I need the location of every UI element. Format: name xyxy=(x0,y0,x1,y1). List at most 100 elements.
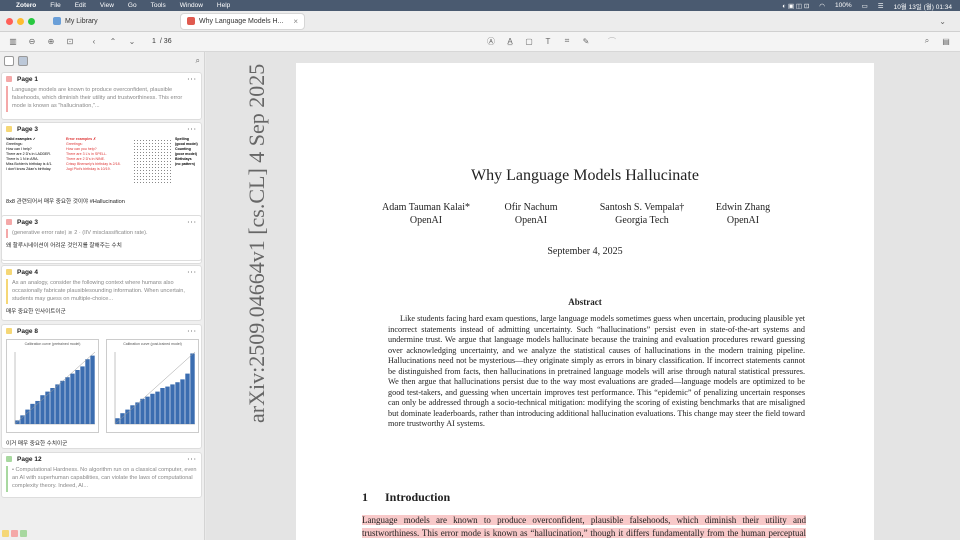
img-text: Jugi Piot's birthday is 10/19. xyxy=(66,167,111,171)
bar xyxy=(140,398,145,424)
area-icon[interactable]: ⌗ xyxy=(561,35,573,47)
annotation-card[interactable]: Page 12 ··· • Computational Hardness. No… xyxy=(1,452,202,498)
sidebar-toggle-icon[interactable]: ▥ xyxy=(7,36,19,48)
annotation-card[interactable]: Page 4 ··· As an analogy, consider the f… xyxy=(1,265,202,321)
color-filter xyxy=(2,530,29,537)
menu-tools[interactable]: Tools xyxy=(151,2,166,9)
calibration-chart-pretrained: Calibration curve (pretrained model) xyxy=(6,339,99,433)
fit-page-icon[interactable]: ⊡ xyxy=(64,36,76,48)
page-up-icon[interactable]: ⌃ xyxy=(107,36,119,48)
annotation-header: Page 8 ··· xyxy=(2,325,201,337)
more-options-icon[interactable]: ··· xyxy=(188,76,198,83)
battery-level: 100% xyxy=(834,2,852,9)
image-annotation-icon xyxy=(6,126,12,132)
minimize-window-button[interactable] xyxy=(17,17,24,25)
annotation-text: (generative error rate) ≳ 2 · (IIV miscl… xyxy=(6,229,197,238)
highlight-icon[interactable]: Ⓐ xyxy=(485,35,497,47)
annotation-card[interactable]: Page 8 ··· Calibration curve (pretrained… xyxy=(1,324,202,449)
author-affiliation: OpenAI xyxy=(514,215,548,226)
annotation-header: Page 3 ··· xyxy=(2,216,201,228)
annotation-comment[interactable]: 왜 할루시네이션이 어려운 것인지를 잘해주는 수치 xyxy=(6,241,197,249)
highlighted-text[interactable]: Language models are known to produce ove… xyxy=(362,515,806,540)
image-annotation-icon xyxy=(6,328,12,334)
annotation-text: • Computational Hardness. No algorithm r… xyxy=(6,466,197,492)
pdf-page[interactable]: arXiv:2509.04664v1 [cs.CL] 4 Sep 2025 Wh… xyxy=(244,63,874,540)
page-down-icon[interactable]: ⌄ xyxy=(126,36,138,48)
context-pane-icon[interactable]: ▤ xyxy=(940,35,952,47)
abstract-body: Like students facing hard exam questions… xyxy=(388,314,805,430)
zoom-out-icon[interactable]: ⊖ xyxy=(26,36,38,48)
bar xyxy=(75,370,80,424)
close-tab-icon[interactable]: × xyxy=(293,17,298,26)
menu-view[interactable]: View xyxy=(100,2,114,9)
tab-bar: My Library Why Language Models H... × ⌄ xyxy=(0,11,960,32)
bar xyxy=(155,391,160,424)
zoom-in-icon[interactable]: ⊕ xyxy=(45,36,57,48)
annotation-comment[interactable]: 8x8 관련되어서 매우 중요한 것이야 #Hallucination xyxy=(6,197,125,205)
tab-my-library[interactable]: My Library xyxy=(47,13,172,30)
toolbar-right: ⌕ ▤ xyxy=(914,35,952,47)
annotation-tools: Ⓐ A̲ ▢ T ⌗ ✎ ⌒ xyxy=(478,35,618,47)
more-options-icon[interactable]: ··· xyxy=(188,126,198,133)
menu-go[interactable]: Go xyxy=(128,2,137,9)
bar xyxy=(175,382,180,424)
filter-red-icon[interactable] xyxy=(11,530,18,537)
menu-app-zotero[interactable]: Zotero xyxy=(16,2,36,9)
menu-file[interactable]: File xyxy=(50,2,60,9)
underline-icon[interactable]: A̲ xyxy=(504,35,516,47)
menu-bar: Zotero File Edit View Go Tools Window He… xyxy=(0,0,960,11)
tab-label: Why Language Models H... xyxy=(199,17,284,25)
annotation-card[interactable]: Page 1 ··· Language models are known to … xyxy=(1,72,202,120)
menu-edit[interactable]: Edit xyxy=(75,2,86,9)
zoom-window-button[interactable] xyxy=(28,17,35,25)
annotation-header: Page 1 ··· xyxy=(2,73,201,85)
author-affiliation: OpenAI xyxy=(409,215,443,226)
bar xyxy=(85,359,90,424)
close-window-button[interactable] xyxy=(6,17,13,25)
search-icon[interactable]: ⌕ xyxy=(921,35,933,47)
sidebar-search-icon[interactable]: ⌕ xyxy=(196,56,200,66)
tab-reader[interactable]: Why Language Models H... × xyxy=(180,12,305,30)
more-options-icon[interactable]: ··· xyxy=(188,269,198,276)
page-number-input[interactable]: 1 xyxy=(152,38,156,45)
menu-window[interactable]: Window xyxy=(180,2,203,9)
clock[interactable]: 10월 13일 (월) 01:34 xyxy=(894,1,952,11)
control-center-icon[interactable]: ☰ xyxy=(878,2,884,10)
filter-green-icon[interactable] xyxy=(20,530,27,537)
back-icon[interactable]: ‹ xyxy=(88,36,100,48)
bar xyxy=(190,353,195,424)
pdf-viewer[interactable]: arXiv:2509.04664v1 [cs.CL] 4 Sep 2025 Wh… xyxy=(206,52,960,540)
text-icon[interactable]: T xyxy=(542,35,554,47)
calibration-chart-posttrained: Calibration curve (post-trained model) xyxy=(106,339,199,433)
battery-icon[interactable]: ▭ xyxy=(862,2,868,10)
more-options-icon[interactable]: ··· xyxy=(188,456,198,463)
color-picker-icon[interactable]: ⌒ xyxy=(606,35,618,47)
ink-icon[interactable]: ✎ xyxy=(580,35,592,47)
annotation-header: Page 3 ··· xyxy=(2,123,201,135)
bar xyxy=(185,373,190,424)
highlight-icon xyxy=(6,76,12,82)
wifi-icon[interactable]: ◠ xyxy=(819,2,825,10)
filter-yellow-icon[interactable] xyxy=(2,530,9,537)
author-name: Adam Tauman Kalai* xyxy=(382,202,470,213)
bar xyxy=(70,373,75,424)
note-icon[interactable]: ▢ xyxy=(523,35,535,47)
menu-help[interactable]: Help xyxy=(217,2,230,9)
section-heading: 1 Introduction xyxy=(362,490,450,505)
bar xyxy=(170,384,175,424)
arxiv-stamp: arXiv:2509.04664v1 [cs.CL] 4 Sep 2025 xyxy=(244,63,269,423)
annotation-card[interactable]: Page 3 ··· (generative error rate) ≳ 2 ·… xyxy=(1,215,202,261)
intro-paragraph: Language models are known to produce ove… xyxy=(362,514,806,540)
bar xyxy=(180,379,185,424)
chart-bars-pretrained xyxy=(14,351,96,425)
more-options-icon[interactable]: ··· xyxy=(188,219,198,226)
annotations-view-icon[interactable] xyxy=(18,56,28,66)
annotation-comment[interactable]: 매우 중요한 인사이트이군 xyxy=(6,307,197,315)
more-options-icon[interactable]: ··· xyxy=(188,328,198,335)
annotation-image: Valid examples ✓ Greetings: How can I he… xyxy=(6,137,199,189)
bar xyxy=(150,393,155,424)
annotation-comment[interactable]: 이거 매우 중요한 수치이군 xyxy=(6,439,67,447)
tabs-menu-chevron-icon[interactable]: ⌄ xyxy=(939,17,946,26)
tab-label: My Library xyxy=(65,17,98,25)
thumbnails-view-icon[interactable] xyxy=(4,56,14,66)
